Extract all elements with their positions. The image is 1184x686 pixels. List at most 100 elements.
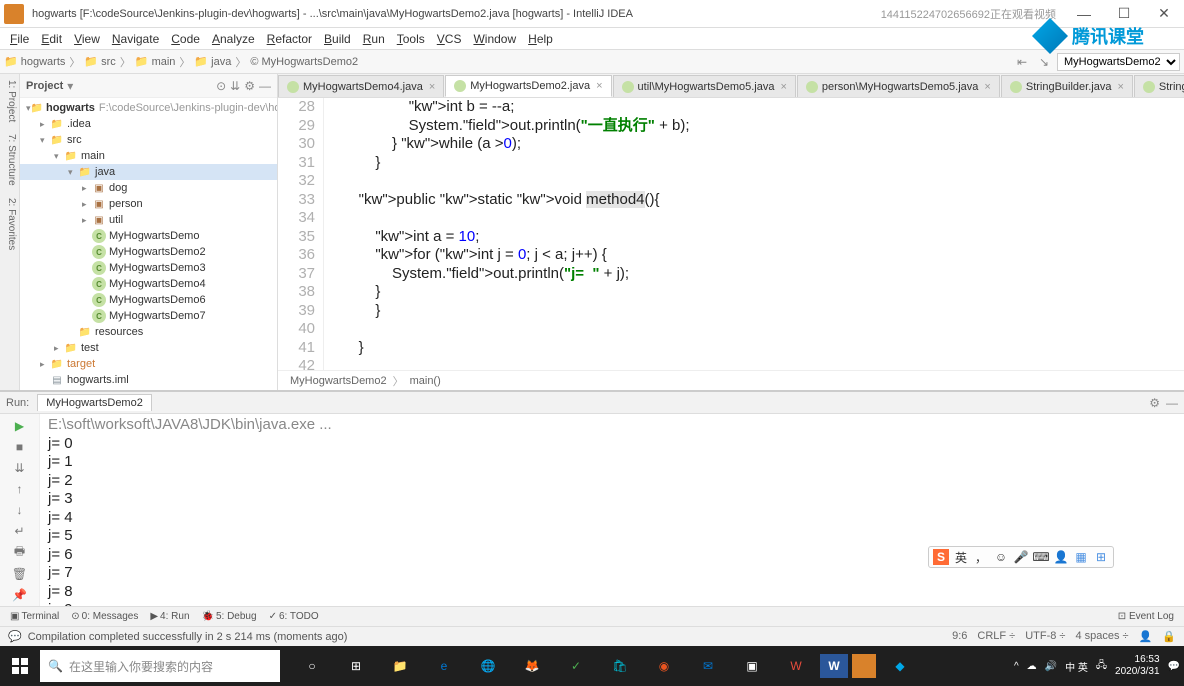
menu-help[interactable]: Help	[522, 30, 559, 48]
ime-s-icon[interactable]: S	[933, 549, 949, 565]
run-config-select[interactable]: MyHogwartsDemo2	[1057, 53, 1180, 71]
tree-node-util[interactable]: ▸▣util	[20, 212, 277, 228]
left-tool-2-Favorites[interactable]: 2: Favorites	[0, 192, 19, 256]
ime-person-icon[interactable]: 👤	[1053, 549, 1069, 565]
tree-node-test[interactable]: ▸📁test	[20, 340, 277, 356]
wrap-button[interactable]: ↵	[12, 523, 28, 538]
crumb-src[interactable]: 📁 src	[84, 55, 115, 68]
editor-tab-MyHogwartsDemo4.java[interactable]: MyHogwartsDemo4.java×	[278, 75, 444, 97]
bottom-tab-Terminal[interactable]: ▣ Terminal	[4, 611, 65, 622]
menu-navigate[interactable]: Navigate	[106, 30, 165, 48]
ime-mic-icon[interactable]: 🎤	[1013, 549, 1029, 565]
tree-node-src[interactable]: ▾📁src	[20, 132, 277, 148]
inspection-icon[interactable]: 👤	[1139, 630, 1153, 643]
status-balloon-icon[interactable]: 💬	[8, 630, 22, 643]
intellij-icon[interactable]	[852, 654, 876, 678]
close-tab-icon[interactable]: ×	[429, 81, 435, 93]
tencent-icon[interactable]: ◆	[880, 648, 920, 684]
layout-button[interactable]: ⇊	[12, 460, 28, 475]
taskbar-clock[interactable]: 16:53 2020/3/31	[1115, 654, 1160, 678]
ime-toolbar[interactable]: S 英 ， ☺ 🎤 ⌨ 👤 ▦ ⊞	[928, 546, 1114, 568]
menu-run[interactable]: Run	[357, 30, 391, 48]
tree-node-dog[interactable]: ▸▣dog	[20, 180, 277, 196]
up-button[interactable]: ↑	[12, 481, 28, 496]
crumb-main[interactable]: 📁 main	[135, 55, 176, 68]
editor-tab-StringBuilder.java[interactable]: StringBuilder.java×	[1001, 75, 1133, 97]
rerun-button[interactable]: ▶	[12, 418, 28, 433]
start-button[interactable]	[0, 646, 40, 686]
crumb-hogwarts[interactable]: 📁 hogwarts	[4, 55, 65, 68]
word-icon[interactable]: W	[820, 654, 848, 678]
network-icon[interactable]: 🖧	[1096, 658, 1107, 675]
line-sep[interactable]: CRLF ÷	[977, 630, 1015, 643]
editor-tab-person\MyHogwartsDemo5.java[interactable]: person\MyHogwartsDemo5.java×	[797, 75, 1000, 97]
menu-analyze[interactable]: Analyze	[206, 30, 261, 48]
indent[interactable]: 4 spaces ÷	[1075, 630, 1128, 643]
close-tab-icon[interactable]: ×	[780, 81, 786, 93]
close-tab-icon[interactable]: ×	[596, 80, 602, 92]
close-tab-icon[interactable]: ×	[984, 81, 990, 93]
ubuntu-icon[interactable]: ◉	[644, 648, 684, 684]
tree-node-main[interactable]: ▾📁main	[20, 148, 277, 164]
editor-tab-util\MyHogwartsDemo5.java[interactable]: util\MyHogwartsDemo5.java×	[613, 75, 796, 97]
close-tab-icon[interactable]: ×	[1117, 81, 1123, 93]
store-icon[interactable]: 🛍	[600, 648, 640, 684]
mail-icon[interactable]: ✉	[688, 648, 728, 684]
ime-punct-icon[interactable]: ，	[973, 549, 989, 565]
tree-node-pom.xml[interactable]: mpom.xml	[20, 388, 277, 390]
chrome-icon[interactable]: 🌐	[468, 648, 508, 684]
crumb-MyHogwartsDemo2[interactable]: © MyHogwartsDemo2	[250, 56, 358, 68]
nav-location-icon[interactable]: ↘	[1035, 53, 1053, 71]
cortana-icon[interactable]: ○	[292, 648, 332, 684]
todo-icon[interactable]: ✓	[556, 648, 596, 684]
run-tab[interactable]: MyHogwartsDemo2	[37, 394, 152, 411]
notification-icon[interactable]: 💬	[1168, 661, 1180, 672]
menu-tools[interactable]: Tools	[391, 30, 431, 48]
speaker-icon[interactable]: 🔊	[1045, 661, 1057, 672]
ime-skin-icon[interactable]: ▦	[1073, 549, 1089, 565]
project-locate-icon[interactable]: ⊙	[216, 79, 226, 93]
explorer-icon[interactable]: 📁	[380, 648, 420, 684]
code-content[interactable]: "kw">int b = --a; System."field">out.pri…	[336, 98, 1184, 370]
menu-edit[interactable]: Edit	[35, 30, 68, 48]
bottom-tab-4-Run[interactable]: ▶ 4: Run	[144, 611, 195, 622]
menu-window[interactable]: Window	[467, 30, 522, 48]
tree-node-hogwarts.iml[interactable]: ▤hogwarts.iml	[20, 372, 277, 388]
project-gear-icon[interactable]: ⚙	[244, 79, 255, 93]
ime-indicator[interactable]: 中 英	[1065, 659, 1088, 674]
tree-node-java[interactable]: ▾📁java	[20, 164, 277, 180]
encoding[interactable]: UTF-8 ÷	[1025, 630, 1065, 643]
tree-node-MyHogwartsDemo[interactable]: CMyHogwartsDemo	[20, 228, 277, 244]
menu-file[interactable]: File	[4, 30, 35, 48]
editor-tab-StringBuffer.java[interactable]: StringBuffer.java×	[1134, 75, 1184, 97]
stop-button[interactable]: ■	[12, 439, 28, 454]
terminal-icon[interactable]: ▣	[732, 648, 772, 684]
tree-node-person[interactable]: ▸▣person	[20, 196, 277, 212]
project-collapse-icon[interactable]: ⇊	[230, 79, 240, 93]
trash-button[interactable]: 🗑	[12, 566, 28, 581]
tree-node-.idea[interactable]: ▸📁.idea	[20, 116, 277, 132]
firefox-icon[interactable]: 🦊	[512, 648, 552, 684]
chevron-down-icon[interactable]: ▾	[67, 79, 73, 93]
run-gear-icon[interactable]: ⚙	[1149, 396, 1160, 410]
ime-lang-button[interactable]: 英	[953, 549, 969, 565]
tree-node-MyHogwartsDemo6[interactable]: CMyHogwartsDemo6	[20, 292, 277, 308]
left-tool-1-Project[interactable]: 1: Project	[0, 74, 19, 128]
tree-node-MyHogwartsDemo7[interactable]: CMyHogwartsDemo7	[20, 308, 277, 324]
menu-vcs[interactable]: VCS	[431, 30, 468, 48]
menu-code[interactable]: Code	[165, 30, 206, 48]
bottom-tab-0-Messages[interactable]: ⊙ 0: Messages	[65, 611, 144, 622]
code-editor[interactable]: 282930313233343536373839404142 "kw">int …	[278, 98, 1184, 370]
bottom-tab-5-Debug[interactable]: 🐞 5: Debug	[196, 611, 263, 622]
wps-icon[interactable]: W	[776, 648, 816, 684]
event-log-button[interactable]: ⊡ Event Log	[1112, 611, 1180, 622]
ime-keyboard-icon[interactable]: ⌨	[1033, 549, 1049, 565]
menu-view[interactable]: View	[68, 30, 106, 48]
tree-node-target[interactable]: ▸📁target	[20, 356, 277, 372]
menu-refactor[interactable]: Refactor	[261, 30, 318, 48]
bottom-tab-6-TODO[interactable]: ✓ 6: TODO	[263, 611, 325, 622]
close-button[interactable]: ✕	[1144, 0, 1184, 28]
onedrive-icon[interactable]: ☁	[1027, 661, 1037, 672]
editor-tab-MyHogwartsDemo2.java[interactable]: MyHogwartsDemo2.java×	[445, 75, 611, 97]
tree-root[interactable]: ▾ 📁 hogwarts F:\codeSource\Jenkins-plugi…	[20, 100, 277, 116]
